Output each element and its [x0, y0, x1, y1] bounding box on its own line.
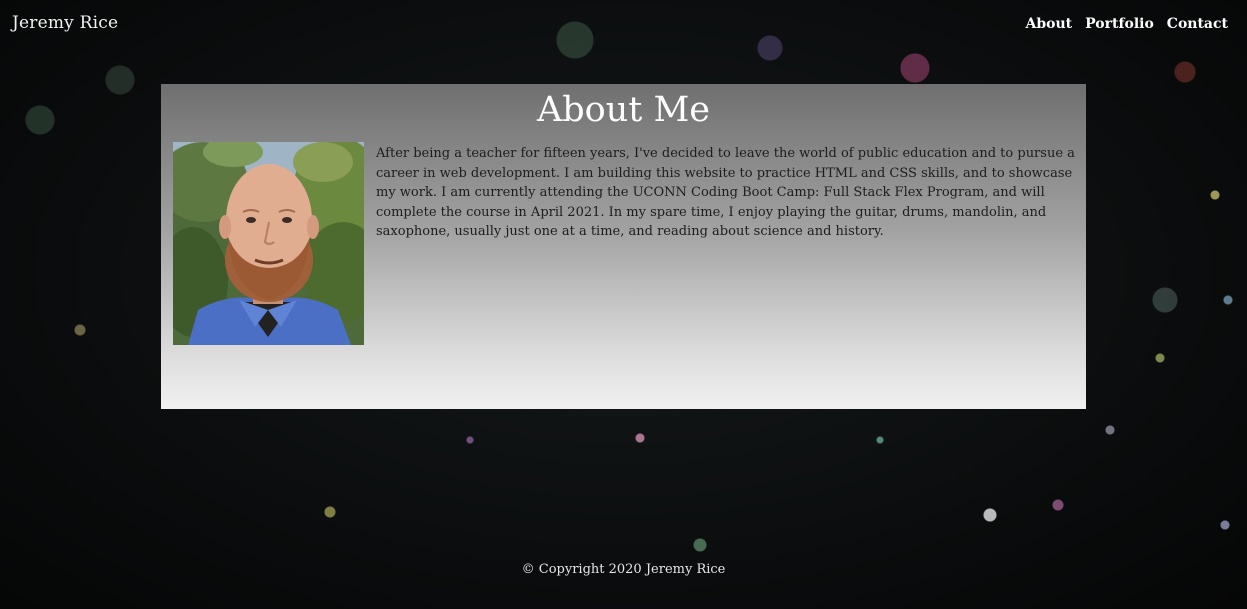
footer-copyright: © Copyright 2020 Jeremy Rice	[521, 562, 726, 577]
nav-link-portfolio[interactable]: Portfolio	[1085, 16, 1154, 32]
about-title: About Me	[536, 90, 711, 130]
main-nav: About Portfolio Contact	[1025, 16, 1228, 32]
profile-photo	[173, 142, 364, 345]
about-description: After being a teacher for fifteen years,…	[376, 146, 1075, 239]
site-header: Jeremy Rice About Portfolio Contact	[0, 0, 1247, 50]
about-section: About Me After being a teacher for fifte…	[161, 84, 1086, 409]
nav-link-about[interactable]: About	[1025, 16, 1072, 32]
site-brand[interactable]: Jeremy Rice	[12, 13, 118, 33]
nav-link-contact[interactable]: Contact	[1167, 16, 1228, 32]
